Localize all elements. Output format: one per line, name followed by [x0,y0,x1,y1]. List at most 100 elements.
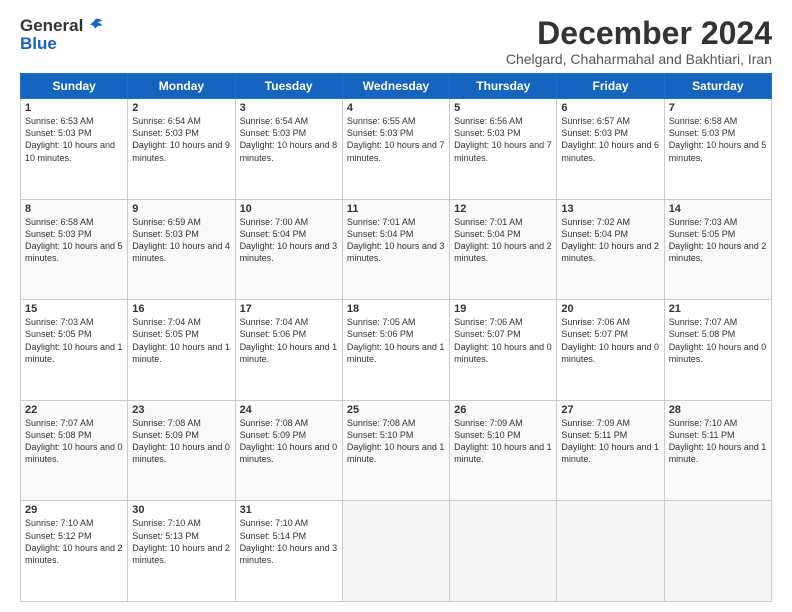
page: General Blue December 2024 Chelgard, Cha… [0,0,792,612]
calendar-cell: 7 Sunrise: 6:58 AMSunset: 5:03 PMDayligh… [664,99,771,200]
calendar-cell [557,501,664,602]
col-header-wednesday: Wednesday [342,74,449,99]
logo-blue: Blue [20,34,57,54]
day-number: 20 [561,303,659,315]
location-subtitle: Chelgard, Chaharmahal and Bakhtiari, Ira… [506,51,772,67]
day-number: 5 [454,102,552,114]
calendar-cell: 31 Sunrise: 7:10 AMSunset: 5:14 PMDaylig… [235,501,342,602]
day-number: 11 [347,203,445,215]
day-info: Sunrise: 6:57 AMSunset: 5:03 PMDaylight:… [561,116,659,162]
day-info: Sunrise: 7:01 AMSunset: 5:04 PMDaylight:… [454,217,552,263]
calendar-cell: 27 Sunrise: 7:09 AMSunset: 5:11 PMDaylig… [557,400,664,501]
day-number: 21 [669,303,767,315]
calendar-cell: 13 Sunrise: 7:02 AMSunset: 5:04 PMDaylig… [557,199,664,300]
day-info: Sunrise: 7:02 AMSunset: 5:04 PMDaylight:… [561,217,659,263]
col-header-sunday: Sunday [21,74,128,99]
day-number: 19 [454,303,552,315]
col-header-monday: Monday [128,74,235,99]
day-number: 7 [669,102,767,114]
calendar-cell: 22 Sunrise: 7:07 AMSunset: 5:08 PMDaylig… [21,400,128,501]
day-info: Sunrise: 7:08 AMSunset: 5:09 PMDaylight:… [240,418,338,464]
calendar-cell: 6 Sunrise: 6:57 AMSunset: 5:03 PMDayligh… [557,99,664,200]
day-number: 14 [669,203,767,215]
calendar-cell: 25 Sunrise: 7:08 AMSunset: 5:10 PMDaylig… [342,400,449,501]
calendar-cell: 19 Sunrise: 7:06 AMSunset: 5:07 PMDaylig… [450,300,557,401]
day-info: Sunrise: 6:58 AMSunset: 5:03 PMDaylight:… [669,116,767,162]
calendar-cell: 18 Sunrise: 7:05 AMSunset: 5:06 PMDaylig… [342,300,449,401]
day-number: 29 [25,504,123,516]
day-number: 12 [454,203,552,215]
calendar-header-row: SundayMondayTuesdayWednesdayThursdayFrid… [21,74,772,99]
day-info: Sunrise: 6:58 AMSunset: 5:03 PMDaylight:… [25,217,123,263]
day-number: 22 [25,404,123,416]
calendar-cell: 1 Sunrise: 6:53 AMSunset: 5:03 PMDayligh… [21,99,128,200]
day-info: Sunrise: 6:55 AMSunset: 5:03 PMDaylight:… [347,116,445,162]
day-info: Sunrise: 6:53 AMSunset: 5:03 PMDaylight:… [25,116,115,162]
calendar-cell: 12 Sunrise: 7:01 AMSunset: 5:04 PMDaylig… [450,199,557,300]
calendar-cell: 15 Sunrise: 7:03 AMSunset: 5:05 PMDaylig… [21,300,128,401]
calendar-cell: 17 Sunrise: 7:04 AMSunset: 5:06 PMDaylig… [235,300,342,401]
day-number: 30 [132,504,230,516]
day-info: Sunrise: 7:08 AMSunset: 5:10 PMDaylight:… [347,418,445,464]
col-header-thursday: Thursday [450,74,557,99]
col-header-friday: Friday [557,74,664,99]
day-info: Sunrise: 7:09 AMSunset: 5:10 PMDaylight:… [454,418,552,464]
day-info: Sunrise: 7:06 AMSunset: 5:07 PMDaylight:… [561,317,659,363]
day-number: 15 [25,303,123,315]
calendar-cell: 9 Sunrise: 6:59 AMSunset: 5:03 PMDayligh… [128,199,235,300]
day-number: 25 [347,404,445,416]
calendar-week-1: 1 Sunrise: 6:53 AMSunset: 5:03 PMDayligh… [21,99,772,200]
day-number: 2 [132,102,230,114]
calendar-week-5: 29 Sunrise: 7:10 AMSunset: 5:12 PMDaylig… [21,501,772,602]
day-info: Sunrise: 7:01 AMSunset: 5:04 PMDaylight:… [347,217,445,263]
day-number: 17 [240,303,338,315]
day-info: Sunrise: 7:07 AMSunset: 5:08 PMDaylight:… [25,418,123,464]
day-number: 27 [561,404,659,416]
calendar-cell: 2 Sunrise: 6:54 AMSunset: 5:03 PMDayligh… [128,99,235,200]
title-block: December 2024 Chelgard, Chaharmahal and … [506,16,772,67]
day-info: Sunrise: 6:54 AMSunset: 5:03 PMDaylight:… [240,116,338,162]
day-number: 28 [669,404,767,416]
day-number: 13 [561,203,659,215]
day-info: Sunrise: 7:04 AMSunset: 5:06 PMDaylight:… [240,317,338,363]
logo-general: General [20,16,83,36]
day-info: Sunrise: 6:59 AMSunset: 5:03 PMDaylight:… [132,217,230,263]
calendar-cell [664,501,771,602]
day-info: Sunrise: 7:08 AMSunset: 5:09 PMDaylight:… [132,418,230,464]
calendar-cell: 26 Sunrise: 7:09 AMSunset: 5:10 PMDaylig… [450,400,557,501]
calendar-cell: 14 Sunrise: 7:03 AMSunset: 5:05 PMDaylig… [664,199,771,300]
day-info: Sunrise: 7:06 AMSunset: 5:07 PMDaylight:… [454,317,552,363]
day-number: 31 [240,504,338,516]
calendar-cell: 11 Sunrise: 7:01 AMSunset: 5:04 PMDaylig… [342,199,449,300]
day-number: 18 [347,303,445,315]
calendar-cell: 23 Sunrise: 7:08 AMSunset: 5:09 PMDaylig… [128,400,235,501]
logo-bird-icon [86,17,104,35]
calendar-cell: 20 Sunrise: 7:06 AMSunset: 5:07 PMDaylig… [557,300,664,401]
day-info: Sunrise: 6:56 AMSunset: 5:03 PMDaylight:… [454,116,552,162]
day-number: 26 [454,404,552,416]
day-info: Sunrise: 7:10 AMSunset: 5:14 PMDaylight:… [240,518,338,564]
day-info: Sunrise: 7:10 AMSunset: 5:12 PMDaylight:… [25,518,123,564]
month-title: December 2024 [506,16,772,51]
day-number: 23 [132,404,230,416]
day-info: Sunrise: 7:05 AMSunset: 5:06 PMDaylight:… [347,317,445,363]
day-number: 1 [25,102,123,114]
calendar-cell: 10 Sunrise: 7:00 AMSunset: 5:04 PMDaylig… [235,199,342,300]
logo: General Blue [20,16,104,54]
day-info: Sunrise: 7:03 AMSunset: 5:05 PMDaylight:… [669,217,767,263]
day-info: Sunrise: 7:00 AMSunset: 5:04 PMDaylight:… [240,217,338,263]
day-info: Sunrise: 7:09 AMSunset: 5:11 PMDaylight:… [561,418,659,464]
calendar-cell [450,501,557,602]
calendar-cell: 5 Sunrise: 6:56 AMSunset: 5:03 PMDayligh… [450,99,557,200]
day-number: 9 [132,203,230,215]
calendar-cell: 3 Sunrise: 6:54 AMSunset: 5:03 PMDayligh… [235,99,342,200]
calendar-cell: 21 Sunrise: 7:07 AMSunset: 5:08 PMDaylig… [664,300,771,401]
day-info: Sunrise: 6:54 AMSunset: 5:03 PMDaylight:… [132,116,230,162]
day-number: 6 [561,102,659,114]
day-number: 3 [240,102,338,114]
day-number: 4 [347,102,445,114]
calendar-cell [342,501,449,602]
calendar-cell: 16 Sunrise: 7:04 AMSunset: 5:05 PMDaylig… [128,300,235,401]
calendar-cell: 29 Sunrise: 7:10 AMSunset: 5:12 PMDaylig… [21,501,128,602]
calendar-week-3: 15 Sunrise: 7:03 AMSunset: 5:05 PMDaylig… [21,300,772,401]
